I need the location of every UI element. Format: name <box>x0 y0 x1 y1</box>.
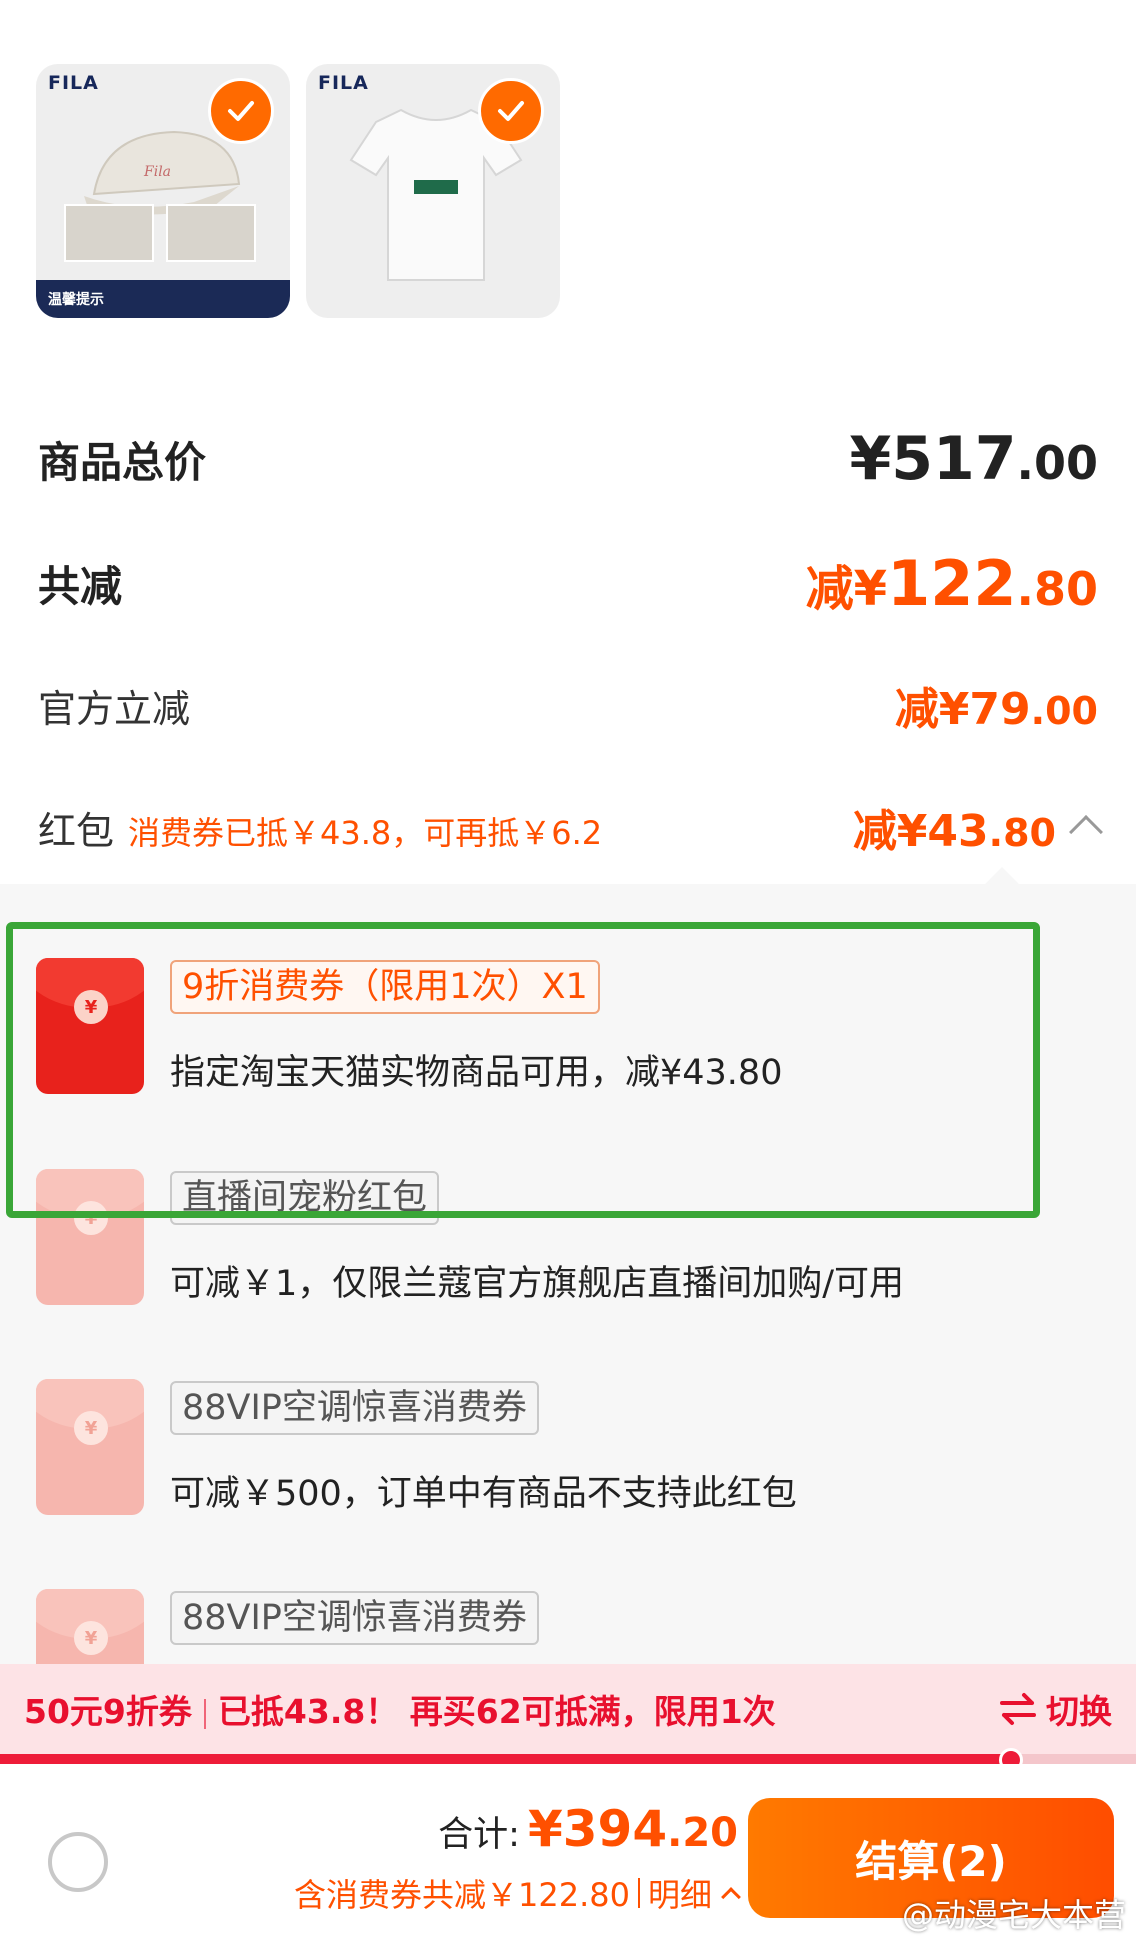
switch-button[interactable]: 切换 <box>998 1685 1112 1733</box>
order-total: 合计: ¥394.20 <box>438 1800 738 1858</box>
coupon-tag: 9折消费券（限用1次）X1 <box>170 960 600 1014</box>
coupon-desc: 指定淘宝天猫实物商品可用，减¥43.80 <box>170 1053 783 1093</box>
coupon-tag: 88VIP空调惊喜消费券 <box>170 1381 539 1435</box>
official-discount-label: 官方立减 <box>38 686 191 731</box>
promo-text: 50元9折券 已抵43.8！ 再买62可抵满，限用1次 <box>24 1692 776 1731</box>
coupon-item: ¥ 直播间宠粉红包 可减￥1，仅限兰蔻官方旗舰店直播间加购/可用 <box>36 1169 1106 1319</box>
brand-logo: FILA <box>318 72 369 94</box>
red-envelope-icon: ¥ <box>36 1379 144 1515</box>
notice-banner: 温馨提示 <box>36 280 290 318</box>
check-icon[interactable] <box>208 78 274 144</box>
check-icon[interactable] <box>478 78 544 144</box>
red-packet-note: 消费券已抵￥43.8，可再抵￥6.2 <box>128 813 603 852</box>
cap-detail-2 <box>166 204 256 262</box>
selected-products: FILA Fila 温馨提示 FILA <box>36 64 560 318</box>
red-envelope-icon: ¥ <box>36 1169 144 1305</box>
brand-logo: FILA <box>48 72 99 94</box>
coupon-item: ¥ 88VIP空调惊喜消费券 可减￥500，订单中有商品不支持此红包 <box>36 1379 1106 1529</box>
product-thumb-tshirt[interactable]: FILA <box>306 64 560 318</box>
coupon-list: ¥ 9折消费券（限用1次）X1 指定淘宝天猫实物商品可用，减¥43.80 ¥ 直… <box>0 867 1136 1725</box>
checkout-footer: 合计: ¥394.20 含消费券共减￥122.80 明细 结算(2) @动漫宅大… <box>0 1764 1136 1939</box>
total-discount-value: 减¥122.80 <box>805 546 1098 620</box>
official-discount-value: 减¥79.00 <box>894 684 1098 735</box>
watermark: @动漫宅大本营 <box>901 1896 1126 1934</box>
product-thumb-cap[interactable]: FILA Fila 温馨提示 <box>36 64 290 318</box>
select-all-radio[interactable] <box>48 1832 108 1892</box>
total-price-row: 商品总价 ¥517.00 <box>38 424 1098 494</box>
official-discount-row: 官方立减 减¥79.00 <box>38 670 1098 740</box>
total-discount-row: 共减 减¥122.80 <box>38 546 1098 620</box>
coupon-item[interactable]: ¥ 9折消费券（限用1次）X1 指定淘宝天猫实物商品可用，减¥43.80 <box>36 958 1106 1108</box>
red-packet-value: 减¥43.80 <box>852 806 1056 857</box>
total-price-label: 商品总价 <box>38 437 207 487</box>
cap-detail-1 <box>64 204 154 262</box>
coupon-desc: 可减￥1，仅限兰蔻官方旗舰店直播间加购/可用 <box>170 1264 905 1304</box>
coupon-desc: 可减￥500，订单中有商品不支持此红包 <box>170 1474 797 1514</box>
chevron-up-icon[interactable] <box>1069 815 1103 849</box>
svg-text:Fila: Fila <box>143 164 171 180</box>
total-price-value: ¥517.00 <box>849 424 1099 494</box>
coupon-tag: 88VIP空调惊喜消费券 <box>170 1591 539 1645</box>
total-discount-label: 共减 <box>38 561 123 611</box>
red-packet-label: 红包 <box>38 808 115 853</box>
panel-pointer <box>985 867 1019 901</box>
swap-icon <box>1000 1693 1036 1725</box>
red-packet-row[interactable]: 红包 消费券已抵￥43.8，可再抵￥6.2 减¥43.80 <box>38 792 1103 862</box>
chevron-up-icon <box>721 1887 741 1907</box>
red-envelope-icon: ¥ <box>36 958 144 1094</box>
promo-bar: 50元9折券 已抵43.8！ 再买62可抵满，限用1次 切换 <box>0 1664 1136 1754</box>
promo-progress <box>0 1748 1136 1772</box>
coupon-tag: 直播间宠粉红包 <box>170 1171 440 1225</box>
discount-detail-link[interactable]: 含消费券共减￥122.80 明细 <box>294 1870 741 1916</box>
